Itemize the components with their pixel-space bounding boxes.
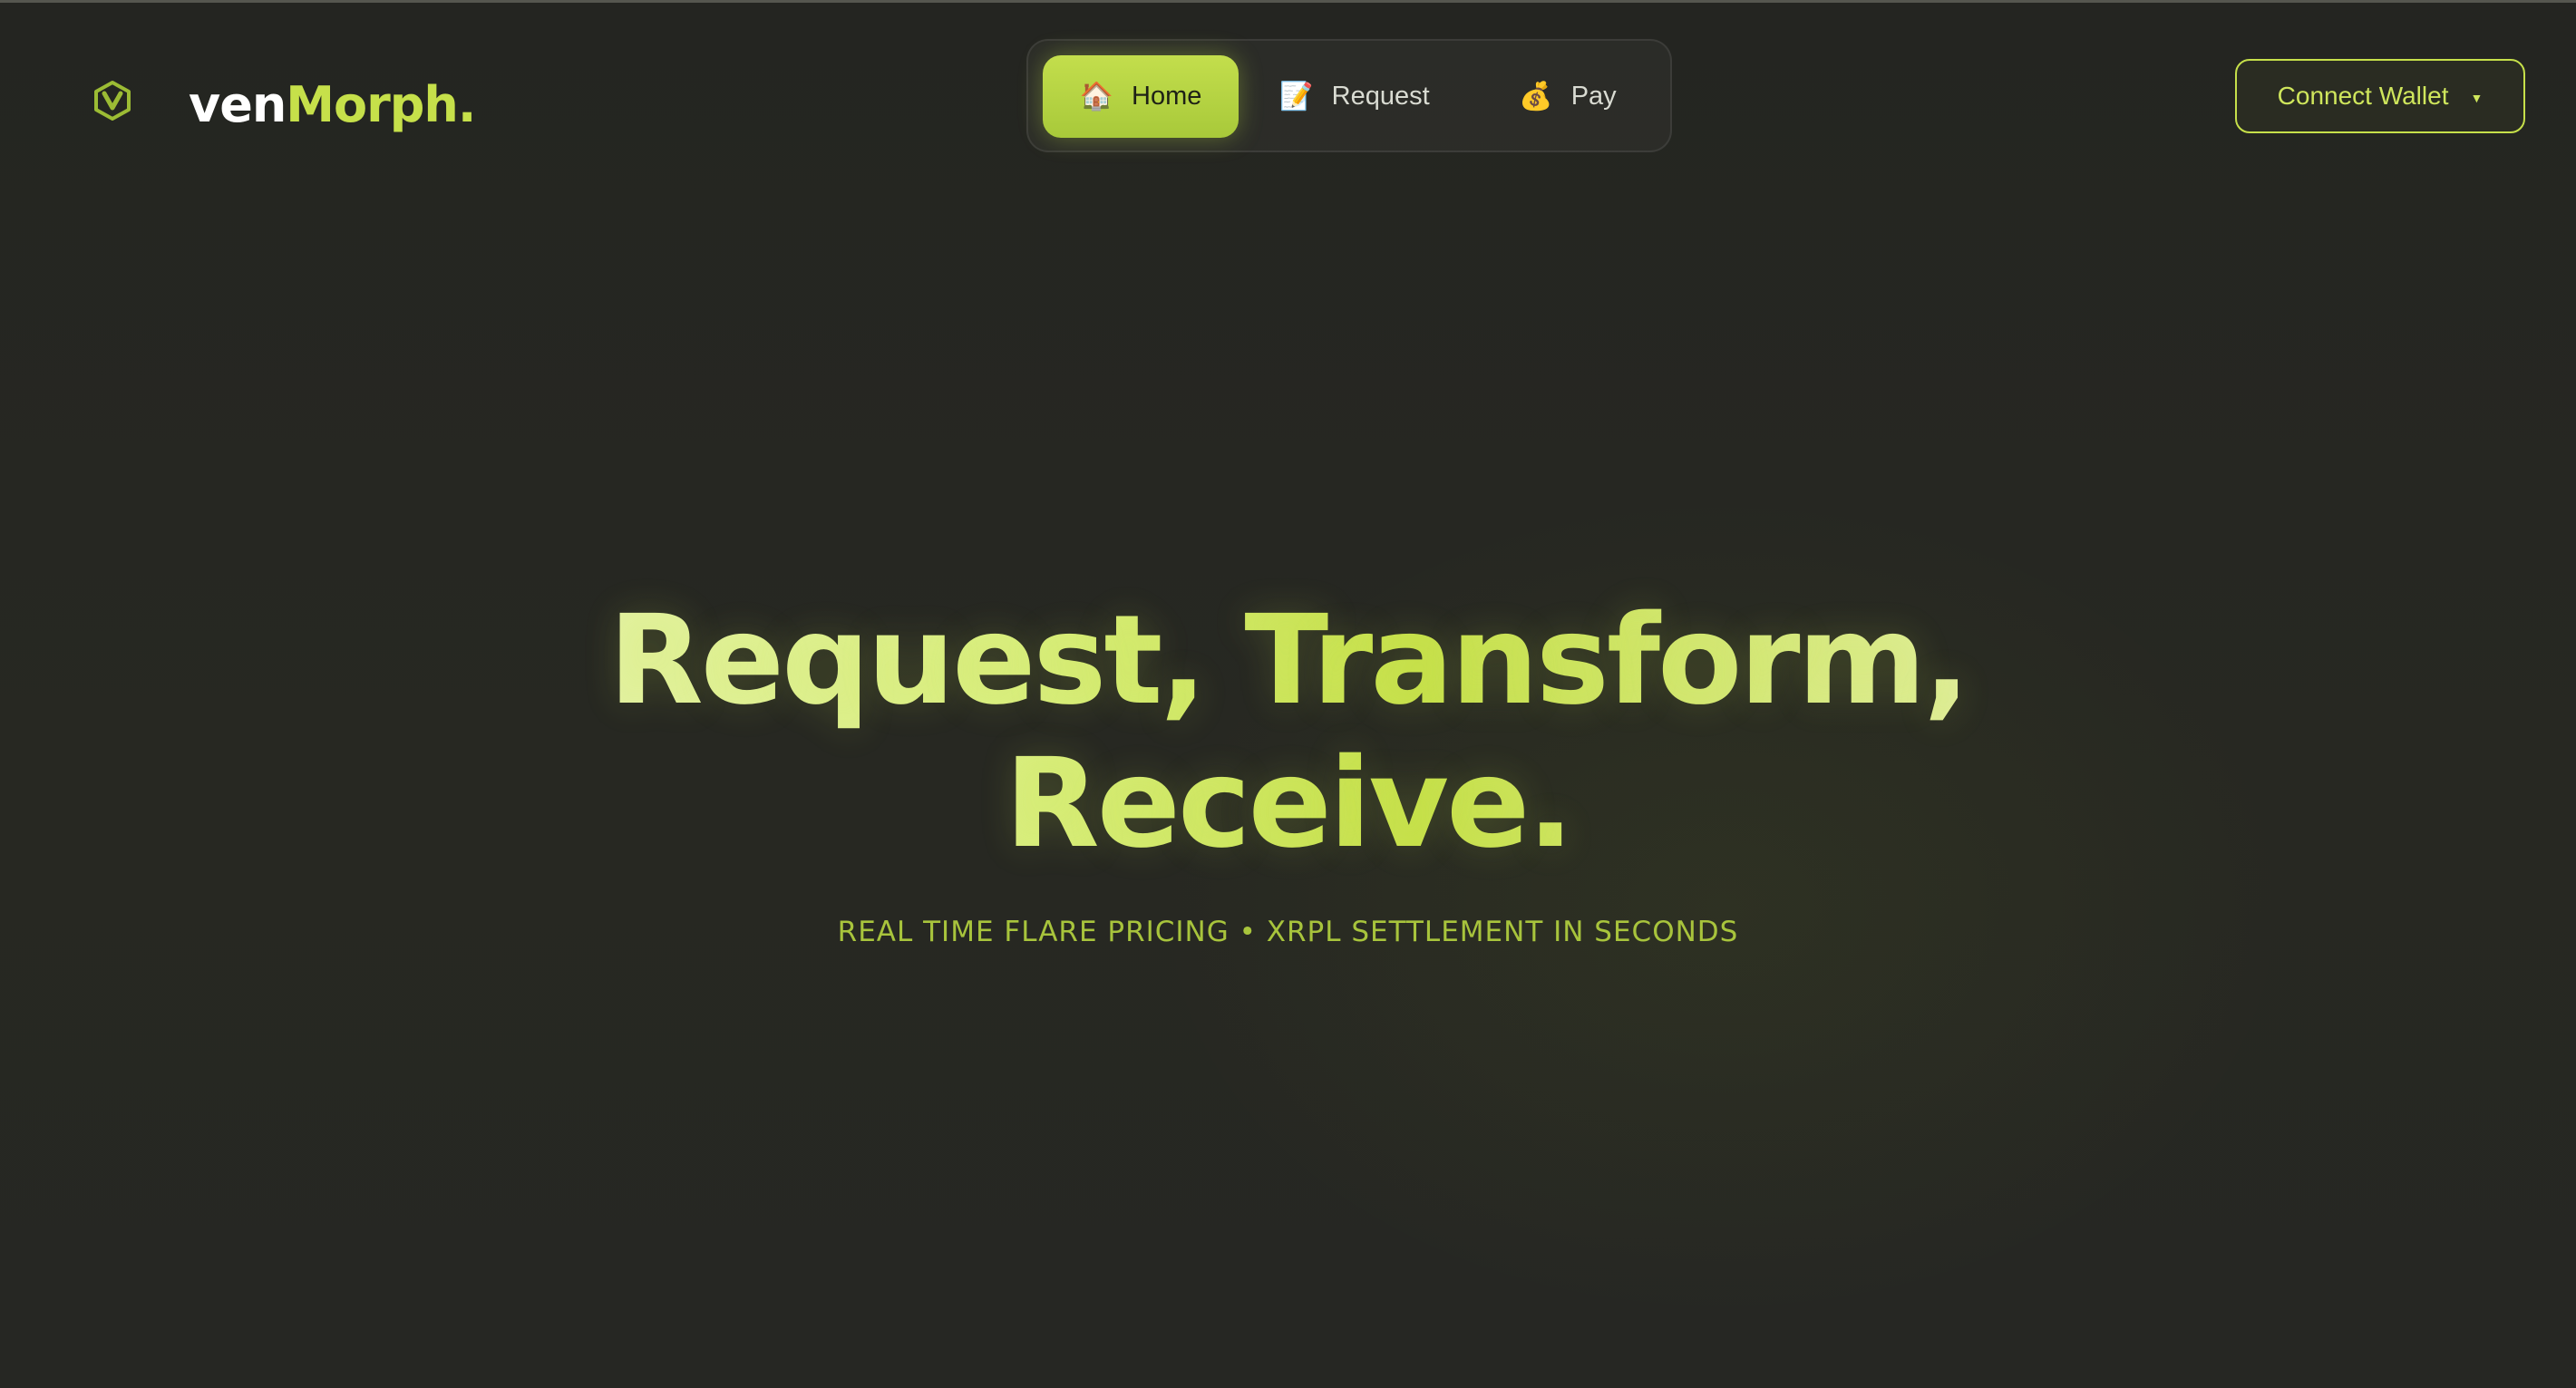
hero-headline: Request, Transform, Receive. [0,589,2576,876]
window-top-border [0,0,2576,3]
brand-suffix: . [457,76,476,133]
hero-section: Request, Transform, Receive. REAL TIME F… [0,589,2576,948]
chevron-down-icon: ▼ [2470,91,2484,105]
connect-wallet-button[interactable]: Connect Wallet ▼ [2235,59,2525,133]
nav-item-pay[interactable]: 💰 Pay [1500,55,1636,138]
nav-item-label: Request [1331,82,1430,111]
hero-headline-line-2: Receive. [1005,733,1574,876]
nav-item-label: Pay [1570,82,1617,111]
money-bag-icon: 💰 [1519,82,1553,112]
house-icon: 🏠 [1079,82,1113,112]
nav-item-home[interactable]: 🏠 Home [1043,55,1239,138]
hero-subline: REAL TIME FLARE PRICING • XRPL SETTLEMEN… [837,916,1739,948]
brand-prefix: ven [189,76,287,133]
connect-wallet-label: Connect Wallet [2277,82,2449,110]
document-icon: 📝 [1279,82,1314,112]
brand-highlight: Morph [286,76,459,133]
hexagon-v-logo-icon[interactable] [92,80,133,121]
main-nav: 🏠 Home 📝 Request 💰 Pay [1026,39,1672,152]
hero-headline-line-1: Request, Transform, [608,589,1970,733]
nav-item-label: Home [1132,82,1202,111]
brand-wordmark[interactable]: venMorph. [189,69,476,141]
nav-item-request[interactable]: 📝 Request [1264,55,1445,138]
